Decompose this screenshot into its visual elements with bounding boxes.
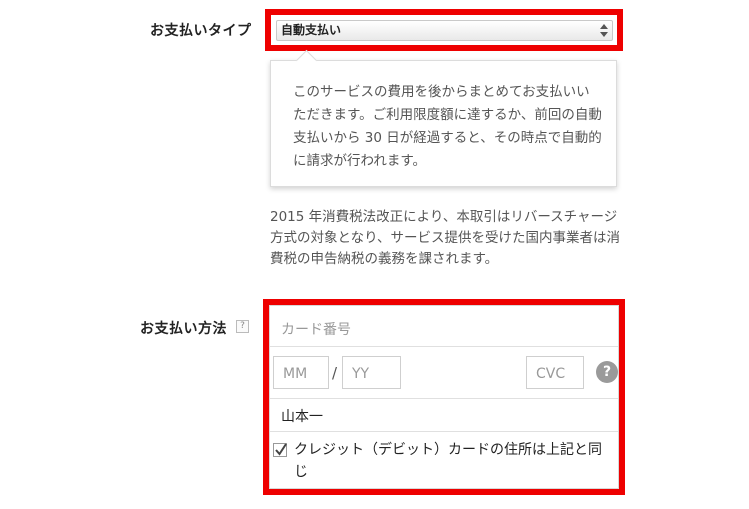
tooltip-text: このサービスの費用を後からまとめてお支払いいただきます。ご利用限度額に達するか、… [293, 84, 602, 169]
payment-type-label: お支払いタイプ [150, 23, 252, 39]
same-address-label: クレジット（デビット）カードの住所は上記と同じ [294, 442, 602, 480]
help-icon[interactable]: ? [236, 320, 249, 333]
tax-note: 2015 年消費税法改正により、本取引はリバースチャージ方式の対象となり、サービ… [270, 209, 621, 267]
tooltip-notch [295, 49, 318, 72]
payment-type-selected-value: 自動支払い [281, 23, 342, 37]
payment-type-select[interactable]: 自動支払い [276, 20, 613, 41]
card-form: カード番号 MM / YY CVC ? 山本一 クレジット（デビット）カードの住… [269, 305, 619, 489]
expiry-month-input[interactable]: MM [273, 356, 329, 389]
row-divider [270, 431, 618, 432]
cvc-input[interactable]: CVC [526, 356, 584, 389]
up-down-arrows-icon [600, 23, 608, 38]
same-address-checkbox[interactable] [273, 443, 287, 457]
checkmark-icon [275, 443, 287, 456]
payment-method-label: お支払い方法 [140, 321, 227, 337]
card-number-input[interactable]: カード番号 [270, 306, 618, 347]
cardholder-name-field[interactable]: 山本一 [281, 406, 323, 426]
expiry-year-input[interactable]: YY [342, 356, 401, 389]
row-divider [270, 398, 618, 399]
cvc-help-icon[interactable]: ? [596, 361, 618, 383]
expiry-separator: / [332, 364, 338, 382]
payment-type-tooltip: このサービスの費用を後からまとめてお支払いいただきます。ご利用限度額に達するか、… [270, 49, 617, 187]
